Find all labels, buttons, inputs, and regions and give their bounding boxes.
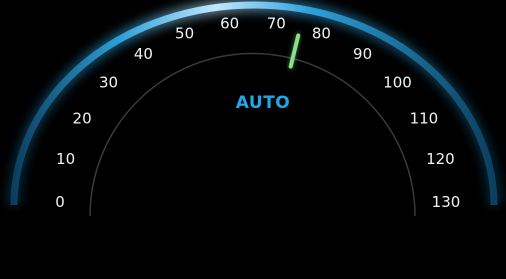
speed-tick-label: 20 [73, 109, 92, 127]
speed-tick-label: 0 [55, 193, 65, 211]
speed-tick-label: 110 [410, 109, 439, 127]
mode-label: AUTO [236, 93, 291, 113]
needle-group [287, 32, 302, 70]
speed-tick-label: 50 [175, 25, 194, 43]
speed-tick-label: 100 [383, 74, 412, 92]
speed-tick-label: 60 [220, 14, 239, 32]
speedometer-gauge: 0 10 20 30 40 50 60 70 80 90 100 110 120 130 AUTO [7, 0, 501, 217]
speed-tick-label: 40 [134, 45, 153, 63]
speed-tick-label: 90 [353, 45, 372, 63]
speed-tick-label: 70 [267, 14, 286, 32]
speed-tick-label: 80 [312, 25, 331, 43]
speed-tick-label: 130 [432, 193, 461, 211]
speed-tick-label: 10 [56, 150, 75, 168]
speed-tick-label: 30 [99, 74, 118, 92]
speed-tick-label: 120 [426, 150, 455, 168]
inner-track-arc [89, 52, 416, 217]
